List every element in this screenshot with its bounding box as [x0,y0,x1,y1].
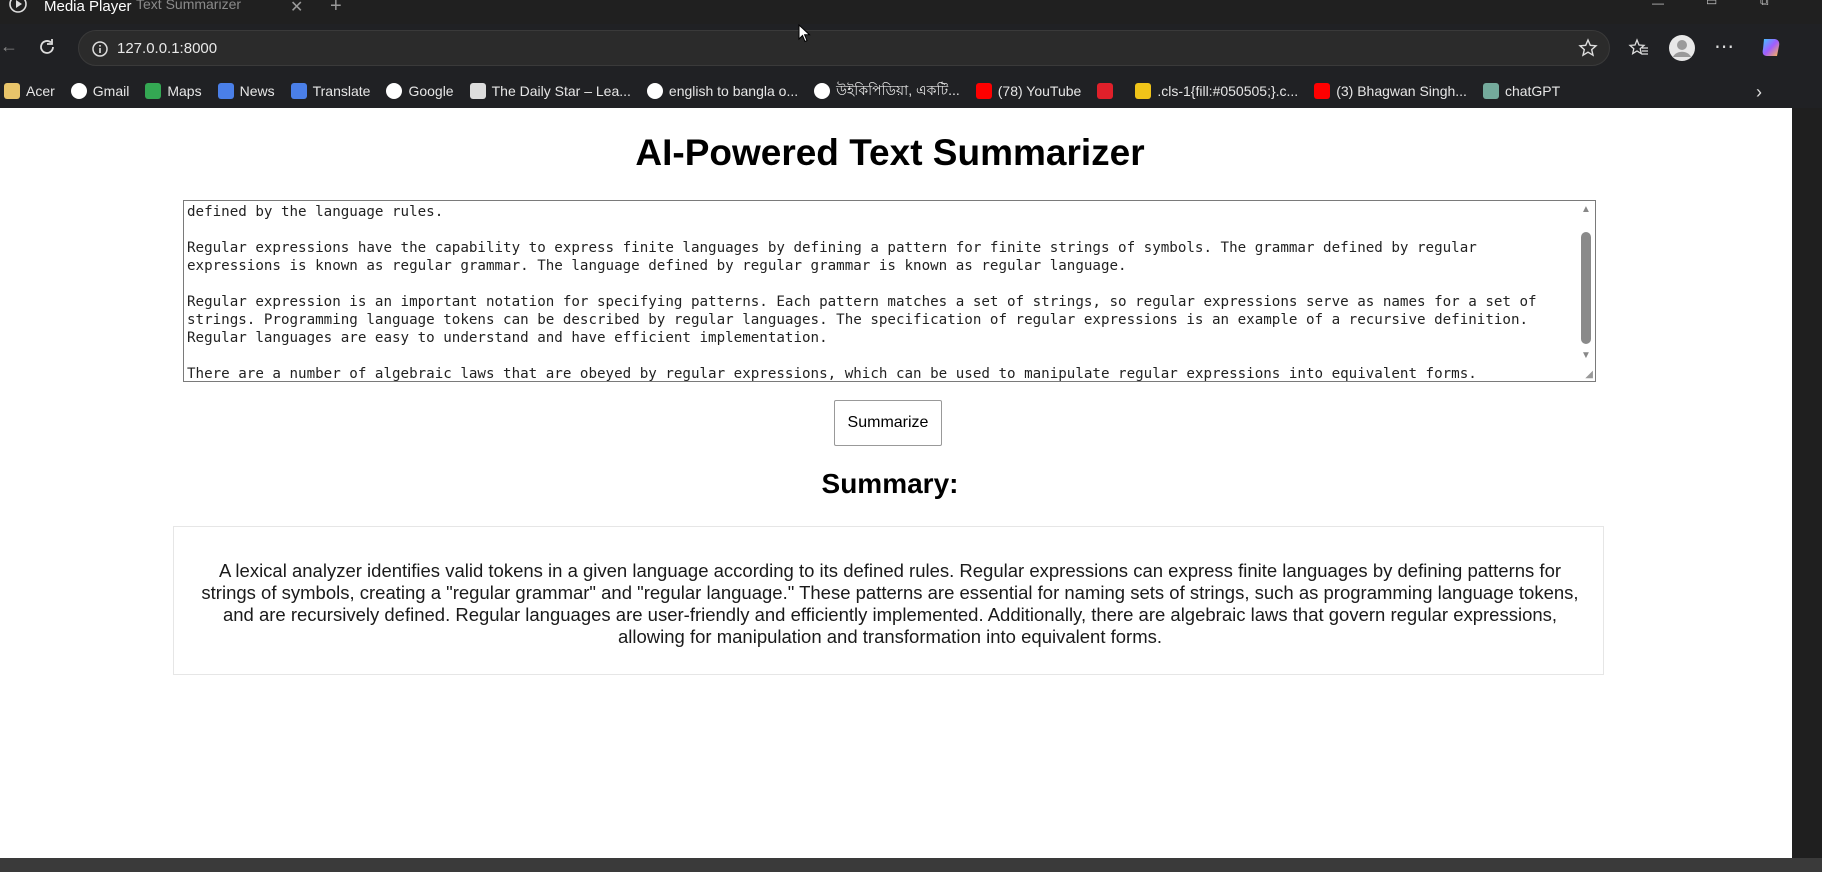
info-icon[interactable] [91,40,109,58]
bookmark-item[interactable]: (3) Bhagwan Singh... [1314,74,1467,108]
google-icon [646,83,663,99]
favorites-icon[interactable] [1628,37,1652,61]
maps-icon [145,83,162,99]
refresh-red-icon [1097,83,1114,99]
bookmark-item[interactable]: (78) YouTube [975,74,1082,108]
bookmark-item[interactable]: Maps [145,74,202,108]
folder-icon [4,83,20,99]
bookmark-item[interactable]: The Daily Star – Lea... [469,74,631,108]
google-icon [70,83,87,99]
bookmark-item[interactable]: english to bangla o... [646,74,799,108]
bookmarks-overflow-chevron-icon[interactable]: › [1756,82,1762,103]
page-viewport: AI-Powered Text Summarizer defined by th… [0,108,1792,858]
bookmark-item[interactable]: .cls-1{fill:#050505;}.c... [1135,74,1298,108]
favorite-star-icon[interactable] [1577,37,1599,59]
bookmark-item[interactable]: উইকিপিডিয়া, একটি... [814,74,960,108]
minimize-icon[interactable]: — [1652,0,1664,10]
reload-icon[interactable] [36,36,58,58]
summary-box: A lexical analyzer identifies valid toke… [173,526,1604,675]
bookmark-label: english to bangla o... [668,83,799,99]
daily-star-icon [469,83,486,99]
bookmark-label: Translate [312,83,371,99]
back-arrow-icon[interactable]: ← [0,36,18,57]
bookmark-label: Acer [26,83,55,99]
copilot-icon[interactable] [1758,34,1782,58]
restore-icon[interactable]: ▭ [1706,0,1717,8]
bookmark-item[interactable] [1097,74,1119,108]
bookmark-label: The Daily Star – Lea... [491,83,631,99]
translate-icon [290,83,307,99]
bookmark-label: News [239,83,275,99]
page-title: AI-Powered Text Summarizer [635,132,1145,173]
bookmarks-bar: Acer Gmail Maps News Translate Google The Dail… [0,74,1822,108]
bookmark-label: (78) YouTube [997,83,1082,99]
media-player-title: Media Player [44,0,132,15]
bookmark-item[interactable]: Acer [4,74,55,108]
bookmark-label: chatGPT [1504,83,1561,99]
bookmark-label: Google [408,83,454,99]
wikipedia-icon [814,83,831,99]
bookmark-label: .cls-1{fill:#050505;}.c... [1157,83,1299,99]
bookmark-label: Gmail [92,83,130,99]
more-options-icon[interactable]: ⋯ [1714,34,1738,58]
youtube-icon [975,83,992,99]
bookmark-item[interactable]: Gmail [70,74,130,108]
bookmark-item[interactable]: Google [386,74,454,108]
bookmark-label: Maps [167,83,202,99]
url-text[interactable]: 127.0.0.1:8000 [117,40,217,57]
news-icon [217,83,234,99]
summary-heading: Summary: [821,468,959,499]
summarize-button[interactable]: Summarize [834,400,942,446]
window-edge [1792,108,1822,858]
address-bar[interactable]: 127.0.0.1:8000 [78,30,1610,66]
tab-text-summarizer[interactable]: Text Summarizer [120,0,310,18]
input-text[interactable]: defined by the language rules. Regular e… [187,203,1567,381]
bookmark-item[interactable]: chatGPT [1482,74,1561,108]
scroll-down-arrow-icon[interactable]: ▼ [1581,350,1591,361]
bookmark-label: (3) Bhagwan Singh... [1336,83,1467,99]
input-textarea[interactable]: defined by the language rules. Regular e… [183,200,1596,382]
maximize-icon[interactable]: ⧉ [1760,0,1769,9]
profile-avatar-icon[interactable] [1668,34,1695,61]
diamond-icon [1135,83,1152,99]
bookmark-item[interactable]: News [217,74,275,108]
bookmark-label: উইকিপিডিয়া, একটি... [836,82,960,98]
browser-toolbar: ← 127.0.0.1:8000 ⋯ [0,24,1822,74]
title-bar: Text Summarizer Media Player ✕ + — ▭ ⧉ [0,0,1822,24]
mouse-cursor-icon [798,23,812,44]
chatgpt-icon [1482,83,1499,99]
close-tab-icon[interactable]: ✕ [290,0,303,17]
google-icon [386,83,403,99]
resize-handle-icon[interactable]: ◢ [1585,369,1593,380]
new-tab-icon[interactable]: + [330,0,342,18]
summary-text: A lexical analyzer identifies valid toke… [201,560,1579,647]
textarea-scrollbar[interactable]: ▲ ▼ [1578,202,1594,380]
bottom-edge [0,858,1822,872]
bookmark-item[interactable]: Translate [290,74,371,108]
tab-title: Text Summarizer [136,0,242,12]
youtube-icon [1314,83,1331,99]
media-player-icon [6,0,30,14]
scrollbar-thumb[interactable] [1581,232,1591,344]
scroll-up-arrow-icon[interactable]: ▲ [1581,204,1591,215]
